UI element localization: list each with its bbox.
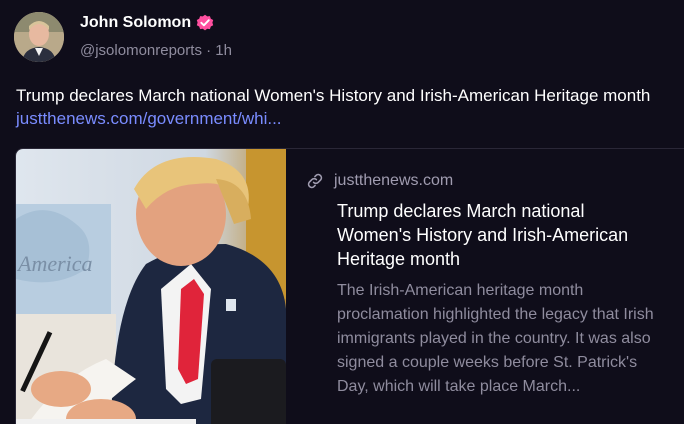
avatar[interactable] <box>14 12 64 62</box>
card-description: The Irish-American heritage month procla… <box>337 282 654 395</box>
card-domain: justthenews.com <box>334 172 454 189</box>
post-link[interactable]: justthenews.com/government/whi... <box>16 109 282 128</box>
author-name-row[interactable]: John Solomon <box>80 14 214 32</box>
verified-badge-icon <box>196 14 214 31</box>
author-handle[interactable]: @jsolomonreports <box>80 42 202 59</box>
author-name[interactable]: John Solomon <box>80 14 191 32</box>
post-body: Trump declares March national Women's Hi… <box>16 86 651 105</box>
post-container: John Solomon @jsolomonreports · 1h Trump… <box>0 0 684 424</box>
link-icon <box>307 173 323 189</box>
backdrop-text: America <box>16 251 93 276</box>
handle-line: @jsolomonreports · 1h <box>80 42 232 59</box>
post-text: Trump declares March national Women's Hi… <box>16 84 676 130</box>
card-body: justthenews.com Trump declares March nat… <box>306 169 676 399</box>
card-image: America <box>16 149 286 424</box>
card-photo: America <box>16 149 286 424</box>
card-title[interactable]: Trump declares March national Women's Hi… <box>337 199 657 271</box>
avatar-image <box>14 12 64 62</box>
link-preview-card[interactable]: America justthenews.com Trump declares M… <box>15 148 684 424</box>
card-domain-row: justthenews.com <box>306 169 676 193</box>
post-timestamp[interactable]: 1h <box>215 42 232 59</box>
separator-dot: · <box>201 42 216 59</box>
